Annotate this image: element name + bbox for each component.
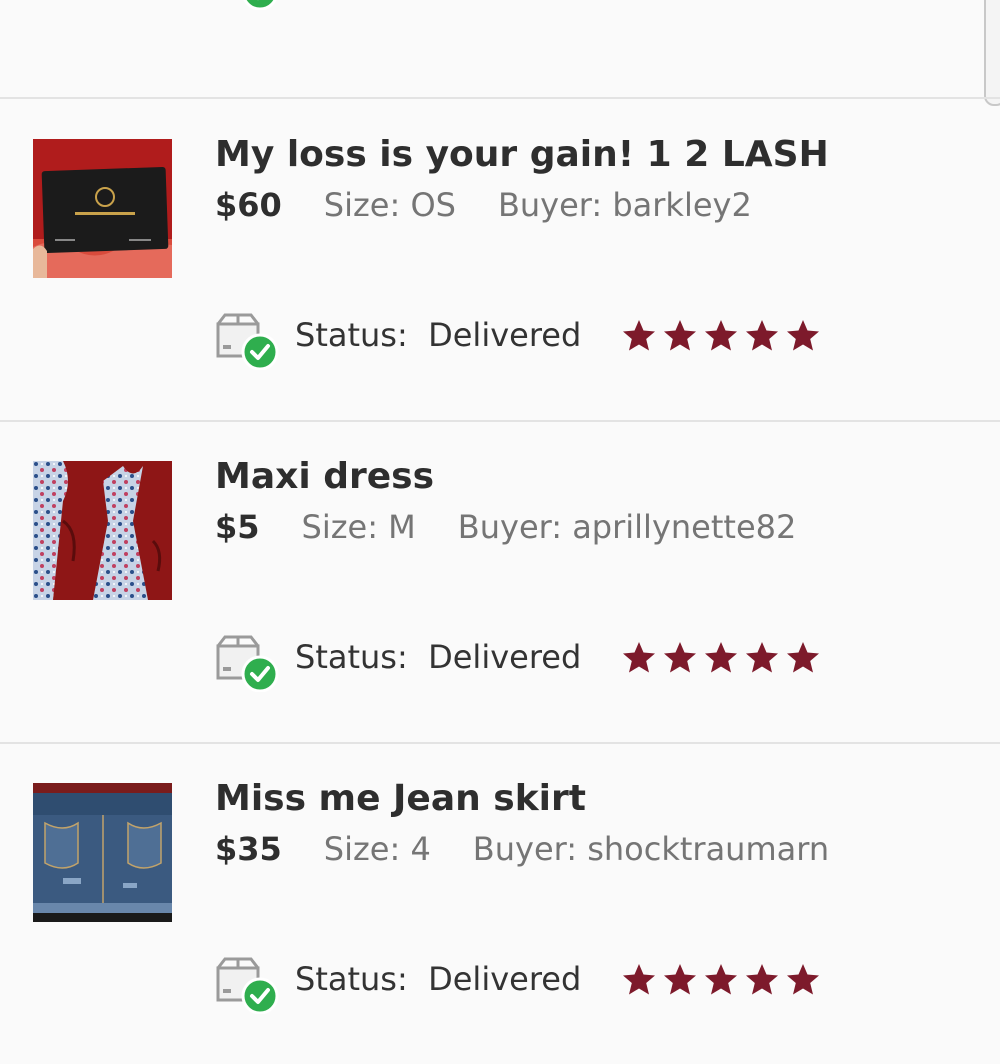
product-thumbnail[interactable] (33, 461, 172, 600)
size: Size: OS (323, 186, 456, 224)
star-icon (664, 320, 696, 351)
star-icon (787, 642, 819, 673)
star-icon (746, 320, 778, 351)
buyer[interactable]: Buyer: aprillynette82 (458, 508, 797, 546)
package-delivered-icon (243, 0, 277, 10)
product-title[interactable]: My loss is your gain! 1 2 LASH (215, 134, 829, 175)
jean-skirt-image (33, 783, 172, 922)
star-icon (705, 320, 737, 351)
status-row: Status: Delivered (215, 634, 835, 692)
star-icon (705, 642, 737, 673)
order-item[interactable]: Miss me Jean skirt $35 Size: 4 Buyer: shoc… (0, 744, 1000, 1064)
status-text: Status: Delivered (295, 316, 581, 354)
order-meta: $60 Size: OS Buyer: barkley2 (215, 186, 752, 224)
maxi-dress-image (33, 461, 172, 600)
order-item[interactable]: My loss is your gain! 1 2 LASH $60 Size: … (0, 100, 1000, 420)
package-delivered-icon (216, 635, 279, 692)
price: $60 (215, 186, 282, 224)
product-title[interactable]: Miss me Jean skirt (215, 778, 586, 819)
price: $35 (215, 830, 282, 868)
star-icon (746, 642, 778, 673)
status-label: Status: (295, 960, 408, 998)
order-meta: $35 Size: 4 Buyer: shocktraumarn (215, 830, 829, 868)
status-value: Delivered (428, 316, 582, 354)
order-item[interactable]: Status: Delivered (0, 0, 1000, 60)
package-delivered-icon (216, 313, 279, 370)
star-icon (787, 320, 819, 351)
status-text: Status: Delivered (295, 960, 581, 998)
buyer[interactable]: Buyer: barkley2 (498, 186, 752, 224)
star-icon (623, 964, 655, 995)
star-icon (664, 642, 696, 673)
rating-stars (621, 640, 826, 680)
size: Size: M (301, 508, 416, 546)
status-value: Delivered (428, 638, 582, 676)
divider (0, 97, 1000, 99)
product-thumbnail[interactable] (33, 783, 172, 922)
star-icon (623, 320, 655, 351)
size: Size: 4 (323, 830, 431, 868)
product-title[interactable]: Maxi dress (215, 456, 434, 497)
rating-stars (621, 318, 826, 358)
status-label: Status: (295, 316, 408, 354)
star-icon (705, 964, 737, 995)
star-icon (787, 964, 819, 995)
rating-stars (621, 962, 826, 1002)
order-item[interactable]: Maxi dress $5 Size: M Buyer: aprillynette8… (0, 422, 1000, 742)
star-icon (746, 964, 778, 995)
status-row: Status: Delivered (215, 956, 835, 1014)
product-thumbnail[interactable] (33, 139, 172, 278)
lash-kit-image (33, 139, 172, 278)
price: $5 (215, 508, 260, 546)
status-label: Status: (295, 638, 408, 676)
status-row: Status: Delivered (215, 0, 835, 10)
star-icon (664, 964, 696, 995)
status-value: Delivered (428, 960, 582, 998)
status-text: Status: Delivered (295, 638, 581, 676)
star-icon (623, 642, 655, 673)
order-meta: $5 Size: M Buyer: aprillynette82 (215, 508, 796, 546)
package-delivered-icon (216, 957, 279, 1014)
status-row: Status: Delivered (215, 312, 835, 370)
buyer[interactable]: Buyer: shocktraumarn (473, 830, 829, 868)
